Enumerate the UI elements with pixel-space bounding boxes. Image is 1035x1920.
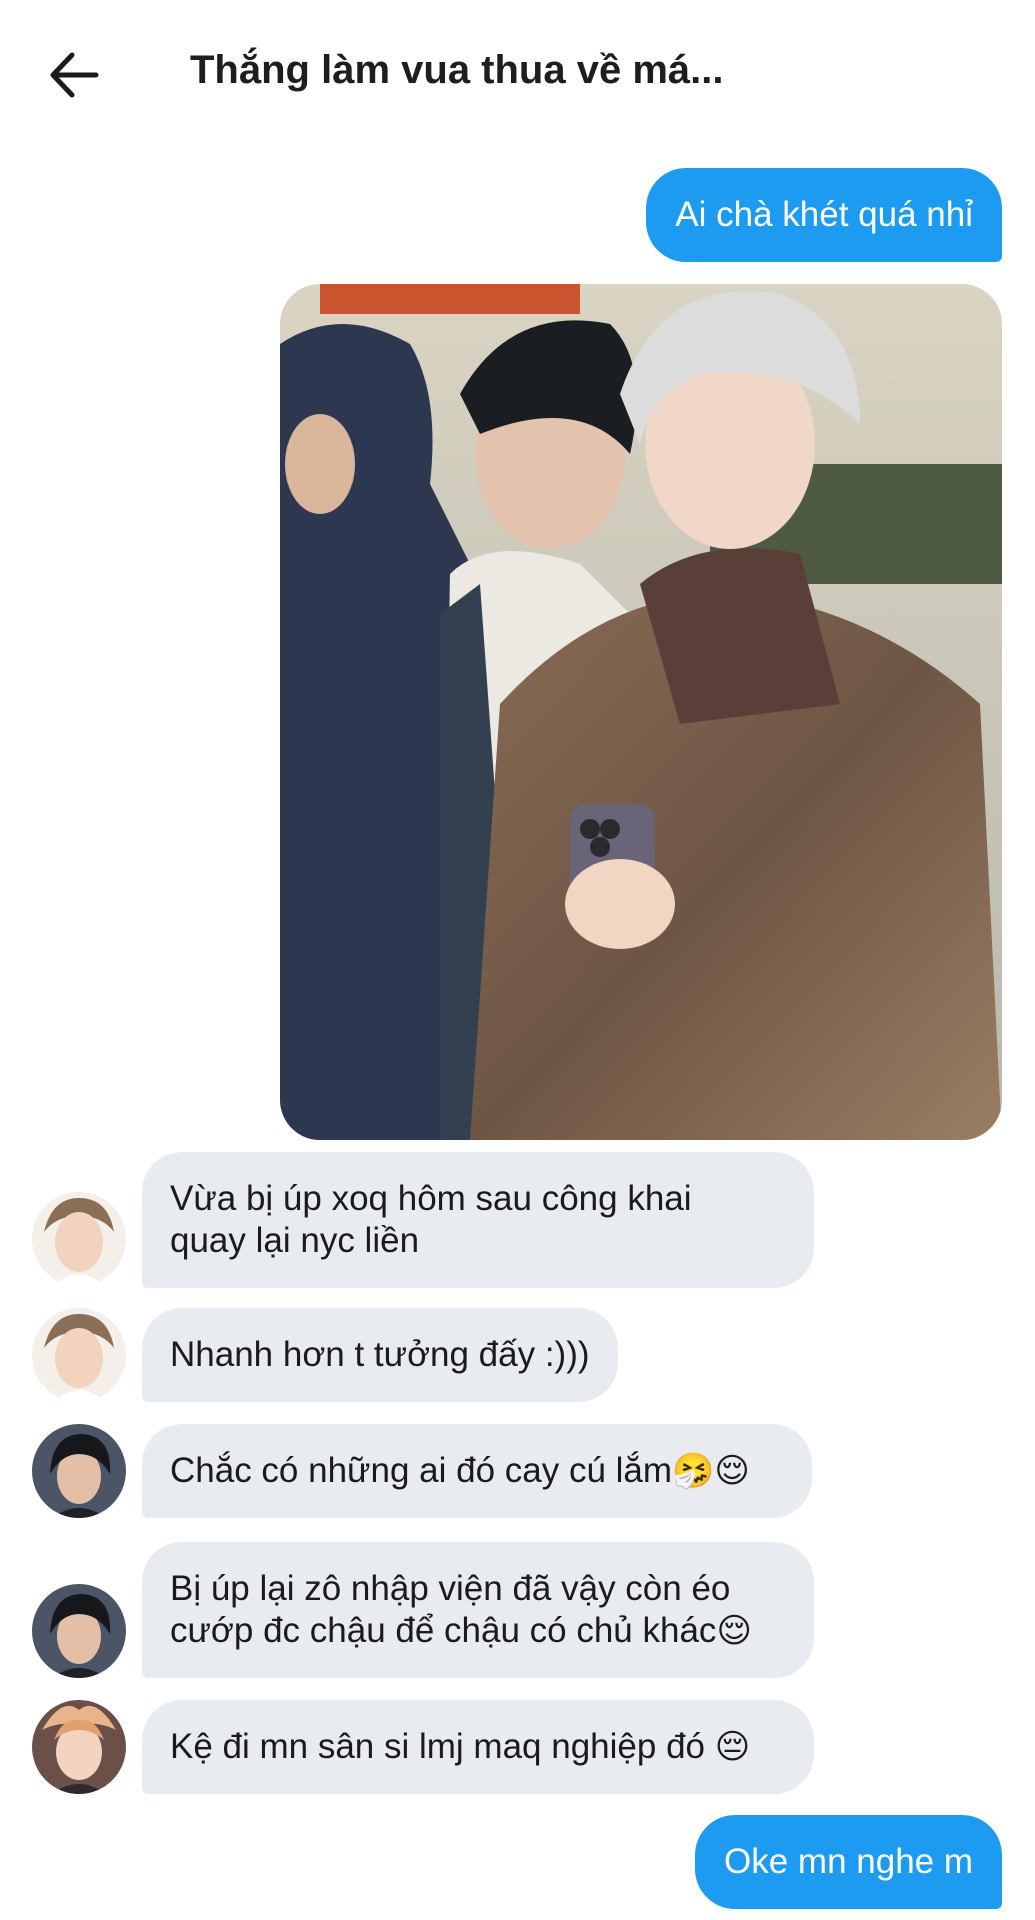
avatar-image	[32, 1308, 126, 1402]
message-line: quay lại nyc liền	[170, 1221, 420, 1260]
outgoing-message[interactable]: Ai chà khét quá nhỉ	[646, 168, 1002, 262]
photo-message[interactable]	[280, 284, 1002, 1140]
conversation-title[interactable]: Thắng làm vua thua về má...	[190, 48, 723, 93]
avatar[interactable]	[32, 1192, 126, 1286]
avatar[interactable]	[32, 1584, 126, 1678]
message-line: Bị úp lại zô nhập viện đã vậy còn éo	[170, 1569, 731, 1608]
avatar-image	[32, 1192, 126, 1286]
emoji: 🤧😌	[672, 1451, 750, 1491]
avatar-image	[32, 1424, 126, 1518]
incoming-message[interactable]: Nhanh hơn t tưởng đấy :)))	[142, 1308, 618, 1402]
emoji: 😌	[716, 1611, 752, 1651]
avatar[interactable]	[32, 1308, 126, 1402]
back-button[interactable]	[40, 40, 110, 110]
message-line-with-emoji: cướp đc chậu để chậu có chủ khác😌	[170, 1610, 786, 1652]
incoming-message[interactable]: Vừa bị úp xoq hôm sau công khai quay lại…	[142, 1152, 814, 1288]
avatar-image	[32, 1700, 126, 1794]
incoming-message[interactable]: Bị úp lại zô nhập viện đã vậy còn éo cướ…	[142, 1542, 814, 1678]
message-line: cướp đc chậu để chậu có chủ khác	[170, 1611, 717, 1650]
avatar[interactable]	[32, 1700, 126, 1794]
emoji: 😔	[714, 1727, 751, 1767]
message-text: Ai chà khét quá nhỉ	[675, 195, 973, 234]
message-text: Nhanh hơn t tưởng đấy :)))	[170, 1335, 590, 1374]
arrow-left-icon[interactable]	[40, 40, 110, 110]
message-line: Vừa bị úp xoq hôm sau công khai	[170, 1179, 692, 1218]
message-text: Oke mn nghe m	[724, 1842, 973, 1881]
incoming-message[interactable]: Chắc có những ai đó cay cú lắm🤧😌	[142, 1424, 812, 1518]
message-text: Chắc có những ai đó cay cú lắm	[170, 1451, 673, 1490]
avatar[interactable]	[32, 1424, 126, 1518]
avatar-image	[32, 1584, 126, 1678]
outgoing-message[interactable]: Oke mn nghe m	[695, 1815, 1002, 1909]
chat-header: Thắng làm vua thua về má...	[0, 0, 1035, 150]
incoming-message[interactable]: Kệ đi mn sân si lmj maq nghiệp đó 😔	[142, 1700, 814, 1794]
message-text: Kệ đi mn sân si lmj maq nghiệp đó	[170, 1727, 705, 1766]
photo-image	[280, 284, 1002, 1140]
